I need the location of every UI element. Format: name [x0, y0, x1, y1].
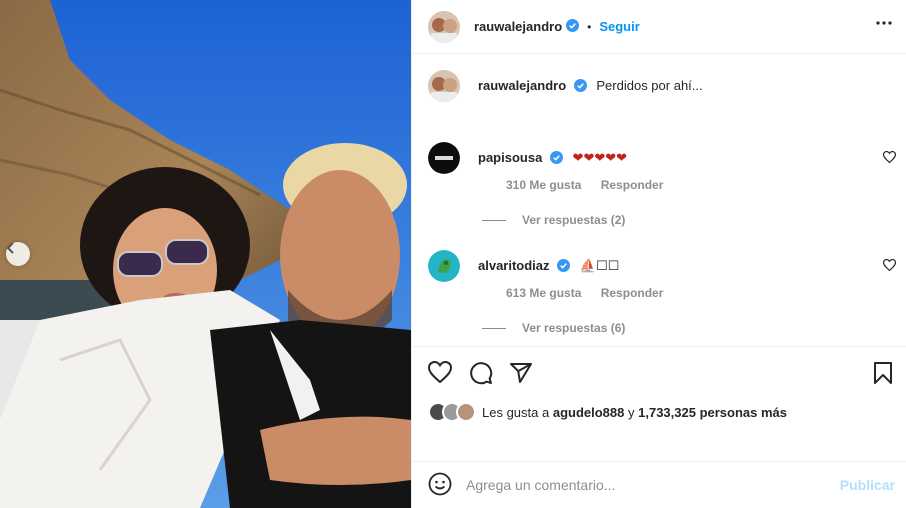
replies-divider	[482, 327, 506, 329]
likes-prefix: Les gusta a	[482, 404, 550, 420]
post-photo[interactable]	[0, 0, 411, 508]
likes-count[interactable]: 1,733,325 personas más	[638, 405, 787, 420]
comment-item: papisousa ❤❤❤❤❤	[428, 142, 898, 174]
bookmark-icon[interactable]	[873, 361, 893, 388]
action-bar	[412, 346, 906, 402]
add-comment-bar: Publicar	[412, 461, 906, 508]
verified-badge-icon	[549, 151, 563, 169]
share-icon[interactable]	[509, 361, 533, 388]
comment-likes-count[interactable]: 613 Me gusta	[506, 286, 581, 300]
commenter-avatar[interactable]	[428, 142, 460, 174]
instagram-post: rauwalejandro • Seguir rauwalejandro Per…	[0, 0, 906, 508]
likers-avatar-stack[interactable]	[428, 402, 476, 422]
view-replies-label: Ver respuestas (6)	[522, 321, 626, 335]
publish-button[interactable]: Publicar	[840, 477, 895, 493]
author-username[interactable]: rauwalejandro	[474, 19, 562, 34]
liker-avatar	[456, 402, 476, 422]
replies-divider	[482, 219, 506, 221]
comment-text: ⛵☐☐	[579, 258, 620, 273]
comment-item: alvaritodiaz ⛵☐☐	[428, 250, 898, 282]
commenter-avatar[interactable]	[428, 250, 460, 282]
comment-icon[interactable]	[469, 361, 493, 388]
comment-text: ❤❤❤❤❤	[572, 150, 628, 165]
comment-meta: 613 Me gusta Responder	[506, 286, 663, 300]
view-replies-label: Ver respuestas (2)	[522, 213, 626, 227]
carousel-prev-button[interactable]	[6, 242, 30, 266]
post-details-pane: rauwalejandro • Seguir rauwalejandro Per…	[411, 0, 906, 508]
reply-button[interactable]: Responder	[601, 178, 664, 192]
heart-icon[interactable]	[427, 360, 453, 386]
likes-summary: Les gusta a agudelo888 y 1,733,325 perso…	[428, 402, 787, 422]
follow-button[interactable]: Seguir	[599, 19, 639, 34]
post-header: rauwalejandro • Seguir	[412, 0, 906, 54]
view-replies-button[interactable]: Ver respuestas (2)	[482, 213, 625, 227]
caption-username[interactable]: rauwalejandro	[478, 78, 566, 93]
verified-badge-icon	[566, 18, 580, 35]
more-options-icon[interactable]	[875, 16, 893, 33]
verified-badge-icon	[557, 259, 571, 277]
comment-like-heart-icon[interactable]	[882, 258, 897, 274]
comment-username[interactable]: papisousa	[478, 150, 542, 165]
first-liker-username[interactable]: agudelo888	[553, 405, 625, 420]
header-separator: •	[587, 19, 592, 34]
caption-text: Perdidos por ahí...	[596, 78, 703, 93]
reply-button[interactable]: Responder	[601, 286, 664, 300]
comment-meta: 310 Me gusta Responder	[506, 178, 663, 192]
likes-conjunction: y	[628, 404, 635, 420]
caption-avatar[interactable]	[428, 70, 460, 102]
comment-like-heart-icon[interactable]	[882, 150, 897, 166]
emoji-icon[interactable]	[428, 472, 452, 499]
post-caption: rauwalejandro Perdidos por ahí...	[428, 70, 898, 102]
comment-username[interactable]: alvaritodiaz	[478, 258, 550, 273]
comment-likes-count[interactable]: 310 Me gusta	[506, 178, 581, 192]
photo-illustration	[0, 0, 411, 508]
verified-badge-icon	[573, 79, 587, 97]
author-avatar[interactable]	[428, 10, 460, 43]
view-replies-button[interactable]: Ver respuestas (6)	[482, 321, 625, 335]
comment-input[interactable]	[466, 477, 826, 493]
